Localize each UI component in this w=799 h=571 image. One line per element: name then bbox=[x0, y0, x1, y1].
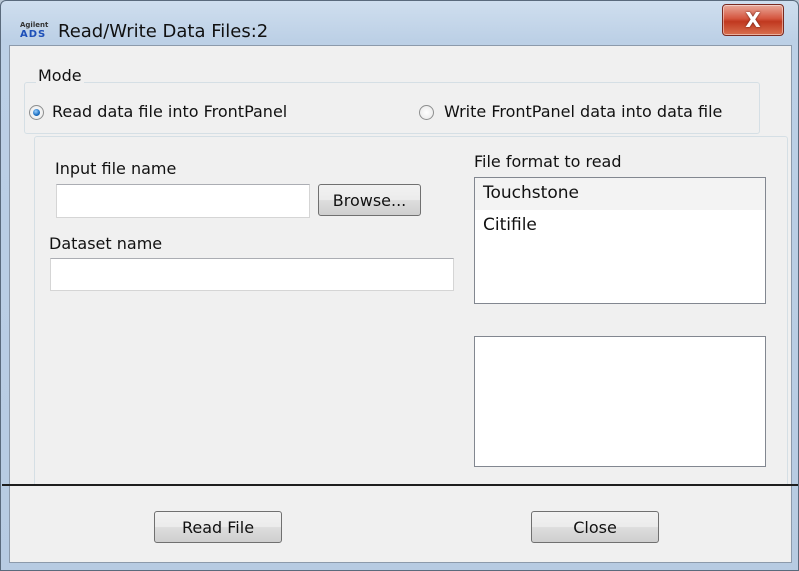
dialog-window: Agilent ADS Read/Write Data Files:2 X Mo… bbox=[0, 0, 799, 571]
radio-read-mode[interactable] bbox=[29, 105, 44, 120]
dataset-name-label: Dataset name bbox=[49, 234, 163, 253]
secondary-listbox[interactable] bbox=[474, 336, 766, 467]
agilent-ads-app-icon: Agilent ADS bbox=[20, 21, 49, 40]
window-title: Read/Write Data Files:2 bbox=[58, 21, 269, 42]
radio-read-mode-label[interactable]: Read data file into FrontPanel bbox=[52, 102, 287, 121]
read-file-button[interactable]: Read File bbox=[154, 511, 282, 543]
button-bar: Read File Close bbox=[10, 486, 791, 562]
close-button[interactable]: Close bbox=[531, 511, 659, 543]
input-file-name-field[interactable] bbox=[56, 184, 310, 218]
file-format-listbox[interactable]: Touchstone Citifile bbox=[474, 177, 766, 304]
file-format-option-touchstone[interactable]: Touchstone bbox=[475, 178, 765, 210]
close-icon: X bbox=[745, 8, 761, 32]
file-format-label: File format to read bbox=[474, 152, 622, 171]
browse-button[interactable]: Browse... bbox=[318, 184, 421, 216]
mode-legend: Mode bbox=[36, 66, 84, 85]
file-format-option-citifile[interactable]: Citifile bbox=[475, 210, 765, 242]
dataset-name-field[interactable] bbox=[50, 258, 454, 291]
title-bar[interactable]: Agilent ADS Read/Write Data Files:2 X bbox=[1, 1, 798, 45]
input-file-name-label: Input file name bbox=[55, 159, 177, 178]
radio-write-mode[interactable] bbox=[419, 105, 434, 120]
close-window-button[interactable]: X bbox=[722, 4, 784, 36]
radio-write-mode-label[interactable]: Write FrontPanel data into data file bbox=[444, 102, 722, 121]
dialog-client-area: Mode Read data file into FrontPanel Writ… bbox=[2, 45, 798, 563]
